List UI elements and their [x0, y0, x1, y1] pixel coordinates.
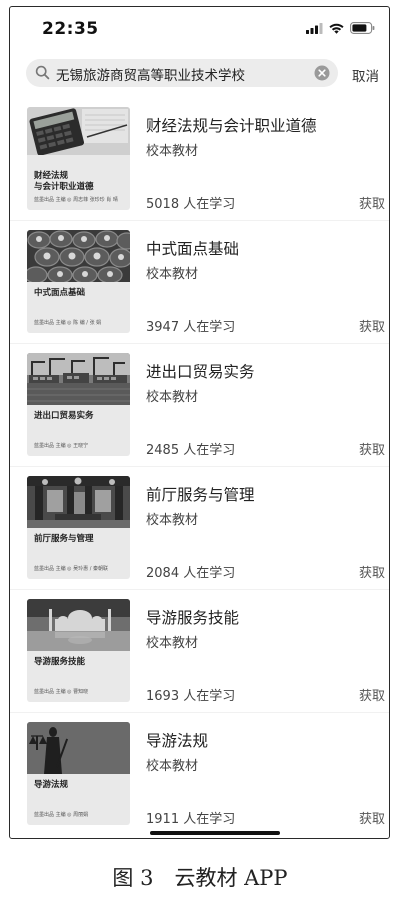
cover-byline: 蓝墨出品 主编 ◎ 王晓宁: [34, 443, 89, 449]
list-item[interactable]: 进出口贸易实务 蓝墨出品 主编 ◎ 王晓宁 进出口贸易实务 校本教材 2485 …: [10, 351, 389, 474]
figure-caption: 图 3 云教材 APP: [112, 866, 288, 890]
wifi-icon: [329, 23, 344, 34]
book-tag: 校本教材: [146, 144, 199, 159]
list-item[interactable]: 中式面点基础 蓝墨出品 主编 ◎ 陈 编 / 张 娟 中式面点基础 校本教材 3…: [10, 228, 389, 351]
divider: [10, 343, 389, 344]
phone-screen: 22:35 无锡旅游商贸高等职业技术学校 取消 财经法规 与会计职业道德 蓝墨出…: [9, 6, 390, 839]
mosque-photo: [27, 599, 130, 651]
cover-title: 导游服务技能: [34, 657, 86, 667]
get-button[interactable]: 获取: [359, 193, 385, 212]
cover-byline: 蓝墨出品 主编 ◎ 曹知晓: [34, 689, 89, 695]
book-cover[interactable]: 导游服务技能 蓝墨出品 主编 ◎ 曹知晓: [27, 599, 130, 702]
harbor-photo: [27, 353, 130, 405]
book-title[interactable]: 导游服务技能: [146, 606, 239, 628]
get-button[interactable]: 获取: [359, 685, 385, 704]
book-title[interactable]: 进出口贸易实务: [146, 360, 255, 382]
learner-count: 1911 人在学习: [146, 812, 236, 827]
book-tag: 校本教材: [146, 390, 199, 405]
list-item[interactable]: 前厅服务与管理 蓝墨出品 主编 ◎ 吴玲惠 / 秦朝联 前厅服务与管理 校本教材…: [10, 474, 389, 597]
book-cover[interactable]: 中式面点基础 蓝墨出品 主编 ◎ 陈 编 / 张 娟: [27, 230, 130, 333]
search-input[interactable]: 无锡旅游商贸高等职业技术学校: [56, 64, 245, 84]
cover-byline: 蓝墨出品 主编 ◎ 吴玲惠 / 秦朝联: [34, 566, 108, 572]
book-cover[interactable]: 导游法规 蓝墨出品 主编 ◎ 周丽娟: [27, 722, 130, 825]
book-cover[interactable]: 前厅服务与管理 蓝墨出品 主编 ◎ 吴玲惠 / 秦朝联: [27, 476, 130, 579]
book-tag: 校本教材: [146, 513, 199, 528]
clear-icon[interactable]: [314, 65, 330, 81]
cover-byline: 蓝墨出品 主编 ◎ 陈 编 / 张 娟: [34, 320, 102, 326]
book-tag: 校本教材: [146, 636, 199, 651]
get-button[interactable]: 获取: [359, 562, 385, 581]
status-time: 22:35: [42, 19, 99, 39]
cover-title: 财经法规 与会计职业道德: [34, 171, 126, 193]
list-item[interactable]: 导游服务技能 蓝墨出品 主编 ◎ 曹知晓 导游服务技能 校本教材 1693 人在…: [10, 597, 389, 720]
calculator-photo: [27, 107, 130, 155]
learner-count: 2084 人在学习: [146, 566, 236, 581]
hotel-lobby-photo: [27, 476, 130, 528]
book-cover[interactable]: 进出口贸易实务 蓝墨出品 主编 ◎ 王晓宁: [27, 353, 130, 456]
cover-byline: 蓝墨出品 主编 ◎ 周丽娟: [34, 812, 89, 818]
cover-title: 中式面点基础: [34, 288, 86, 298]
cover-title: 导游法规: [34, 780, 69, 790]
book-title[interactable]: 前厅服务与管理: [146, 483, 255, 505]
search-field[interactable]: 无锡旅游商贸高等职业技术学校: [26, 59, 338, 87]
learner-count: 1693 人在学习: [146, 689, 236, 704]
book-title[interactable]: 导游法规: [146, 729, 208, 751]
get-button[interactable]: 获取: [359, 439, 385, 458]
result-list: 财经法规 与会计职业道德 蓝墨出品 主编 ◎ 周志菲 张珍珍 肖 晴 财经法规与…: [10, 105, 389, 838]
steamed-buns-photo: [27, 230, 130, 282]
battery-icon: [350, 22, 375, 34]
cover-title-text: 财经法规 与会计职业道德: [34, 171, 94, 192]
get-button[interactable]: 获取: [359, 316, 385, 335]
status-bar: 22:35: [10, 7, 389, 51]
search-icon: [35, 65, 50, 80]
cover-title: 进出口贸易实务: [34, 411, 94, 421]
get-button[interactable]: 获取: [359, 808, 385, 827]
search-bar: 无锡旅游商贸高等职业技术学校 取消: [10, 57, 389, 93]
list-item[interactable]: 导游法规 蓝墨出品 主编 ◎ 周丽娟 导游法规 校本教材 1911 人在学习 获…: [10, 720, 389, 838]
divider: [10, 589, 389, 590]
home-indicator[interactable]: [150, 831, 280, 835]
learner-count: 5018 人在学习: [146, 197, 236, 212]
book-title[interactable]: 财经法规与会计职业道德: [146, 114, 317, 136]
divider: [10, 712, 389, 713]
learner-count: 3947 人在学习: [146, 320, 236, 335]
divider: [10, 220, 389, 221]
learner-count: 2485 人在学习: [146, 443, 236, 458]
justice-statue-photo: [27, 722, 130, 774]
book-cover[interactable]: 财经法规 与会计职业道德 蓝墨出品 主编 ◎ 周志菲 张珍珍 肖 晴: [27, 107, 130, 210]
book-tag: 校本教材: [146, 759, 199, 774]
status-icons: [306, 22, 375, 34]
divider: [10, 466, 389, 467]
cover-title: 前厅服务与管理: [34, 534, 94, 544]
cover-byline: 蓝墨出品 主编 ◎ 周志菲 张珍珍 肖 晴: [34, 197, 118, 203]
cancel-button[interactable]: 取消: [352, 65, 379, 85]
signal-icon: [306, 22, 323, 34]
book-title[interactable]: 中式面点基础: [146, 237, 239, 259]
list-item[interactable]: 财经法规 与会计职业道德 蓝墨出品 主编 ◎ 周志菲 张珍珍 肖 晴 财经法规与…: [10, 105, 389, 228]
book-tag: 校本教材: [146, 267, 199, 282]
